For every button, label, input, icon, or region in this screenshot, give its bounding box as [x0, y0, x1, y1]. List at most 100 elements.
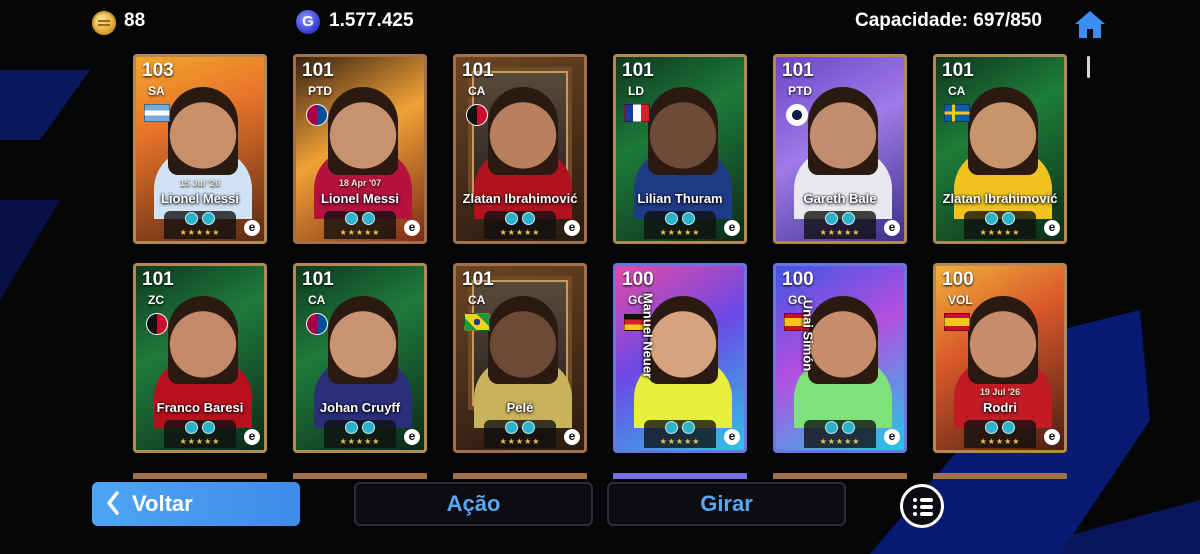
player-card[interactable]: 101 CA Johan Cruyff ★★★★★ e — [293, 263, 427, 453]
player-portrait — [328, 87, 398, 175]
card-rating: 101 — [142, 269, 174, 290]
card-rating: 101 — [942, 60, 974, 81]
coin-balance: 88 — [124, 10, 146, 31]
club-barcelona-icon — [306, 104, 328, 126]
player-card[interactable]: 103 SA 15 Jul '26 Lionel Messi ★★★★★ e — [133, 54, 267, 244]
player-card[interactable]: 101 PTD Gareth Bale ★★★★★ e — [773, 54, 907, 244]
efootball-logo-icon: e — [884, 220, 900, 236]
efootball-logo-icon: e — [404, 220, 420, 236]
card-partial — [133, 473, 267, 479]
player-card[interactable]: 100 GO Manuel Neuer ★★★★★ e — [613, 263, 747, 453]
card-rating: 103 — [142, 60, 174, 81]
card-player-name: Lionel Messi — [320, 191, 400, 206]
card-player-name: Gareth Bale — [803, 191, 877, 206]
capacity-label: Capacidade: 697/850 — [855, 10, 1042, 31]
card-partial — [293, 473, 427, 479]
player-card[interactable]: 100 GO Unai Simón ★★★★★ e — [773, 263, 907, 453]
card-player-name: Zlatan Ibrahimović — [462, 191, 578, 206]
player-portrait — [968, 296, 1038, 384]
player-portrait — [648, 296, 718, 384]
card-rating: 101 — [462, 60, 494, 81]
back-button[interactable]: Voltar — [92, 482, 300, 526]
card-rating: 101 — [782, 60, 814, 81]
card-player-name: Johan Cruyff — [319, 400, 401, 415]
player-portrait — [808, 87, 878, 175]
card-position: LD — [628, 84, 644, 98]
card-position: ZC — [148, 293, 164, 307]
card-position: CA — [948, 84, 966, 98]
player-card[interactable]: 100 VOL 19 Jul '26 Rodri ★★★★★ e — [933, 263, 1067, 453]
player-portrait — [168, 296, 238, 384]
gp-icon: G — [296, 10, 320, 34]
player-portrait — [488, 87, 558, 175]
efootball-logo-icon: e — [564, 429, 580, 445]
card-position: VOL — [948, 293, 973, 307]
club-tottenham-icon — [786, 104, 808, 126]
efootball-logo-icon: e — [564, 220, 580, 236]
card-player-name: Lilian Thuram — [637, 191, 723, 206]
efootball-logo-icon: e — [724, 429, 740, 445]
list-menu-icon[interactable] — [900, 484, 944, 528]
card-partial — [613, 473, 747, 479]
scrollbar-thumb[interactable] — [1087, 56, 1090, 78]
flag-argentina-icon — [144, 104, 170, 122]
card-date: 15 Jul '26 — [179, 178, 221, 188]
card-position: PTD — [788, 84, 812, 98]
player-card[interactable]: 101 CA Zlatan Ibrahimović ★★★★★ e — [453, 54, 587, 244]
player-card[interactable]: 101 CA Pelé ★★★★★ e — [453, 263, 587, 453]
efootball-logo-icon: e — [244, 429, 260, 445]
card-rating: 101 — [462, 269, 494, 290]
player-card[interactable]: 101 PTD 18 Apr '07 Lionel Messi ★★★★★ e — [293, 54, 427, 244]
club-milan-icon — [466, 104, 488, 126]
card-rating: 101 — [622, 60, 654, 81]
card-player-name: Zlatan Ibrahimović — [942, 191, 1058, 206]
card-player-name: Lionel Messi — [160, 191, 240, 206]
player-portrait — [168, 87, 238, 175]
card-date: 19 Jul '26 — [979, 387, 1021, 397]
flag-france-icon — [624, 104, 650, 122]
efootball-logo-icon: e — [404, 429, 420, 445]
card-player-name: Franco Baresi — [156, 400, 244, 415]
card-date: 18 Apr '07 — [338, 178, 382, 188]
card-partial — [933, 473, 1067, 479]
efootball-logo-icon: e — [244, 220, 260, 236]
player-card[interactable]: 101 LD Lilian Thuram ★★★★★ e — [613, 54, 747, 244]
card-player-name: Pelé — [506, 400, 534, 415]
efootball-logo-icon: e — [884, 429, 900, 445]
player-portrait — [328, 296, 398, 384]
card-partial — [453, 473, 587, 479]
flag-brazil-icon — [464, 313, 490, 331]
player-portrait — [648, 87, 718, 175]
player-card[interactable]: 101 ZC Franco Baresi ★★★★★ e — [133, 263, 267, 453]
chevron-left-icon — [107, 491, 119, 515]
coin-icon — [92, 11, 116, 35]
card-player-name: Rodri — [983, 400, 1017, 415]
efootball-logo-icon: e — [1044, 220, 1060, 236]
top-bar: 88 G 1.577.425 Capacidade: 697/850 — [0, 0, 1200, 78]
flag-sweden-icon — [944, 104, 970, 122]
efootball-logo-icon: e — [724, 220, 740, 236]
rotate-button[interactable]: Girar — [607, 482, 846, 526]
action-button[interactable]: Ação — [354, 482, 593, 526]
card-partial — [773, 473, 907, 479]
card-position: PTD — [308, 84, 332, 98]
club-milan-icon — [146, 313, 168, 335]
card-position: CA — [468, 84, 486, 98]
efootball-logo-icon: e — [1044, 429, 1060, 445]
back-button-label: Voltar — [132, 491, 193, 516]
card-position: CA — [308, 293, 326, 307]
player-card[interactable]: 101 CA Zlatan Ibrahimović ★★★★★ e — [933, 54, 1067, 244]
card-position: SA — [148, 84, 165, 98]
player-portrait — [488, 296, 558, 384]
flag-spain-icon — [944, 313, 970, 331]
card-player-name: Manuel Neuer — [640, 292, 656, 379]
player-portrait — [808, 296, 878, 384]
gp-balance: 1.577.425 — [329, 10, 414, 31]
card-rating: 101 — [302, 269, 334, 290]
card-player-name: Unai Simón — [800, 299, 816, 372]
home-icon[interactable] — [1072, 8, 1108, 40]
club-barcelona-icon — [306, 313, 328, 335]
card-position: CA — [468, 293, 486, 307]
card-rating: 101 — [302, 60, 334, 81]
player-portrait — [968, 87, 1038, 175]
